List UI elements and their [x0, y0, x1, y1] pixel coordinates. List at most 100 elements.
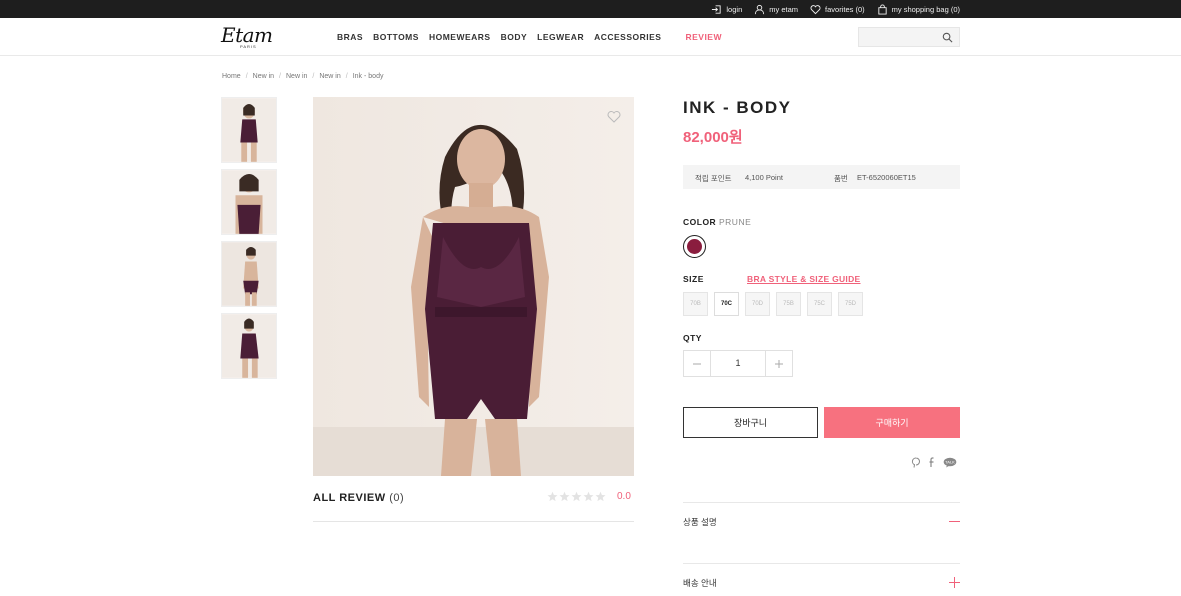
size-option-75d[interactable]: 75D: [838, 292, 863, 316]
collapse-minus-icon[interactable]: [949, 516, 960, 527]
color-value: PRUNE: [719, 217, 752, 227]
facebook-icon[interactable]: [928, 457, 936, 468]
add-to-cart-button[interactable]: 장바구니: [683, 407, 818, 438]
review-title: ALL REVIEW: [313, 492, 386, 504]
product-number-label: 품번: [834, 174, 848, 183]
product-title: INK - BODY: [683, 98, 792, 117]
star-rating: [547, 491, 606, 502]
share-icons: TALK: [911, 457, 957, 468]
nav-item-accessories[interactable]: ACCESSORIES: [594, 32, 661, 42]
color-swatch-fill: [687, 239, 702, 254]
divider: [313, 521, 634, 522]
thumbnail-2[interactable]: [221, 169, 277, 235]
bag-icon: [878, 3, 887, 15]
size-option-75c[interactable]: 75C: [807, 292, 832, 316]
product-thumbnail-image: [222, 314, 276, 378]
star-icon: [571, 491, 582, 502]
breadcrumb-current: Ink - body: [352, 73, 384, 80]
nav-item-homewears[interactable]: HOMEWEARS: [429, 32, 491, 42]
size-label: SIZE: [683, 274, 704, 284]
breadcrumb-home[interactable]: Home: [222, 73, 241, 80]
star-icon: [547, 491, 558, 502]
expand-plus-icon[interactable]: [949, 577, 960, 588]
logo-wordmark: Etam: [221, 23, 273, 47]
nav-item-bras[interactable]: BRAS: [337, 32, 363, 42]
breadcrumb: Home / New in / New in / New in / Ink - …: [222, 73, 383, 80]
qty-input[interactable]: 1: [710, 351, 766, 376]
main-header: Etam PARIS BRAS BOTTOMS HOMEWEARS BODY L…: [0, 18, 1181, 56]
size-option-75b[interactable]: 75B: [776, 292, 801, 316]
heart-icon: [810, 4, 821, 14]
accordion-shipping-info[interactable]: 배송 안내: [683, 577, 717, 589]
favorites-link[interactable]: favorites (0): [810, 4, 865, 15]
accordion-divider: [683, 563, 960, 564]
accordion-product-description[interactable]: 상품 설명: [683, 516, 717, 528]
user-icon: [755, 4, 765, 14]
points-value: 4,100 Point: [745, 173, 783, 182]
plus-icon: [775, 359, 783, 368]
search-icon[interactable]: [942, 32, 953, 43]
product-thumbnail-image: [222, 170, 276, 234]
logo-subtitle: PARIS: [240, 44, 257, 49]
main-nav: BRAS BOTTOMS HOMEWEARS BODY LEGWEAR ACCE…: [337, 18, 722, 56]
rating-score: 0.0: [617, 491, 631, 502]
nav-item-review[interactable]: REVIEW: [685, 32, 722, 42]
login-icon: [712, 4, 722, 14]
product-thumbnail-image: [222, 242, 276, 306]
pinterest-icon[interactable]: [911, 457, 921, 468]
product-price: 82,000원: [683, 129, 743, 146]
star-icon: [595, 491, 606, 502]
size-guide-link[interactable]: BRA STYLE & SIZE GUIDE: [747, 274, 861, 284]
top-utility-links: login my etam favorites (0) my shopping …: [711, 0, 960, 18]
search-input[interactable]: [859, 29, 937, 48]
model-photo: [313, 97, 634, 476]
product-number-value: ET-6520060ET15: [857, 173, 916, 182]
review-count: (0): [389, 492, 405, 504]
thumbnail-3[interactable]: [221, 241, 277, 307]
breadcrumb-separator: /: [279, 73, 281, 80]
login-label: login: [726, 4, 743, 14]
login-link[interactable]: login: [711, 4, 742, 15]
shopping-bag-link[interactable]: my shopping bag (0): [877, 3, 960, 15]
main-product-image[interactable]: [313, 97, 634, 476]
etam-logo[interactable]: Etam PARIS: [221, 25, 279, 49]
favorite-heart-icon[interactable]: [607, 110, 621, 123]
search-box: [858, 27, 960, 48]
my-etam-link[interactable]: my etam: [754, 4, 798, 15]
thumbnail-1[interactable]: [221, 97, 277, 163]
review-heading: ALL REVIEW (0): [313, 492, 404, 504]
accordion-divider: [683, 502, 960, 503]
color-swatch-prune[interactable]: [683, 235, 706, 258]
size-option-70b[interactable]: 70B: [683, 292, 708, 316]
product-thumbnail-image: [222, 98, 276, 162]
top-utility-bar: login my etam favorites (0) my shopping …: [0, 0, 1181, 18]
breadcrumb-new-in[interactable]: New in: [286, 73, 307, 80]
color-label: COLOR: [683, 217, 717, 227]
favorites-label: favorites (0): [825, 4, 865, 14]
breadcrumb-new-in[interactable]: New in: [319, 73, 340, 80]
buy-now-button[interactable]: 구매하기: [824, 407, 960, 438]
shopping-bag-label: my shopping bag (0): [891, 4, 960, 14]
nav-item-legwear[interactable]: LEGWEAR: [537, 32, 584, 42]
nav-item-body[interactable]: BODY: [501, 32, 528, 42]
breadcrumb-separator: /: [245, 73, 248, 80]
star-icon: [559, 491, 570, 502]
size-options: 70B 70C 70D 75B 75C 75D: [683, 292, 863, 316]
star-icon: [583, 491, 594, 502]
kakaotalk-icon[interactable]: TALK: [943, 457, 957, 468]
points-label: 적립 포인트: [695, 174, 732, 183]
qty-increase-button[interactable]: [766, 351, 792, 376]
breadcrumb-separator: /: [312, 73, 315, 80]
qty-decrease-button[interactable]: [684, 351, 710, 376]
qty-label: QTY: [683, 333, 702, 343]
my-etam-label: my etam: [769, 4, 799, 14]
thumbnail-4[interactable]: [221, 313, 277, 379]
size-option-70d[interactable]: 70D: [745, 292, 770, 316]
product-info-box: 적립 포인트 4,100 Point 품번 ET-6520060ET15: [683, 165, 960, 189]
minus-icon: [693, 363, 701, 364]
breadcrumb-new-in[interactable]: New in: [253, 73, 274, 80]
thumbnail-gallery: [221, 97, 278, 385]
size-option-70c[interactable]: 70C: [714, 292, 739, 316]
nav-item-bottoms[interactable]: BOTTOMS: [373, 32, 419, 42]
breadcrumb-separator: /: [345, 73, 348, 80]
